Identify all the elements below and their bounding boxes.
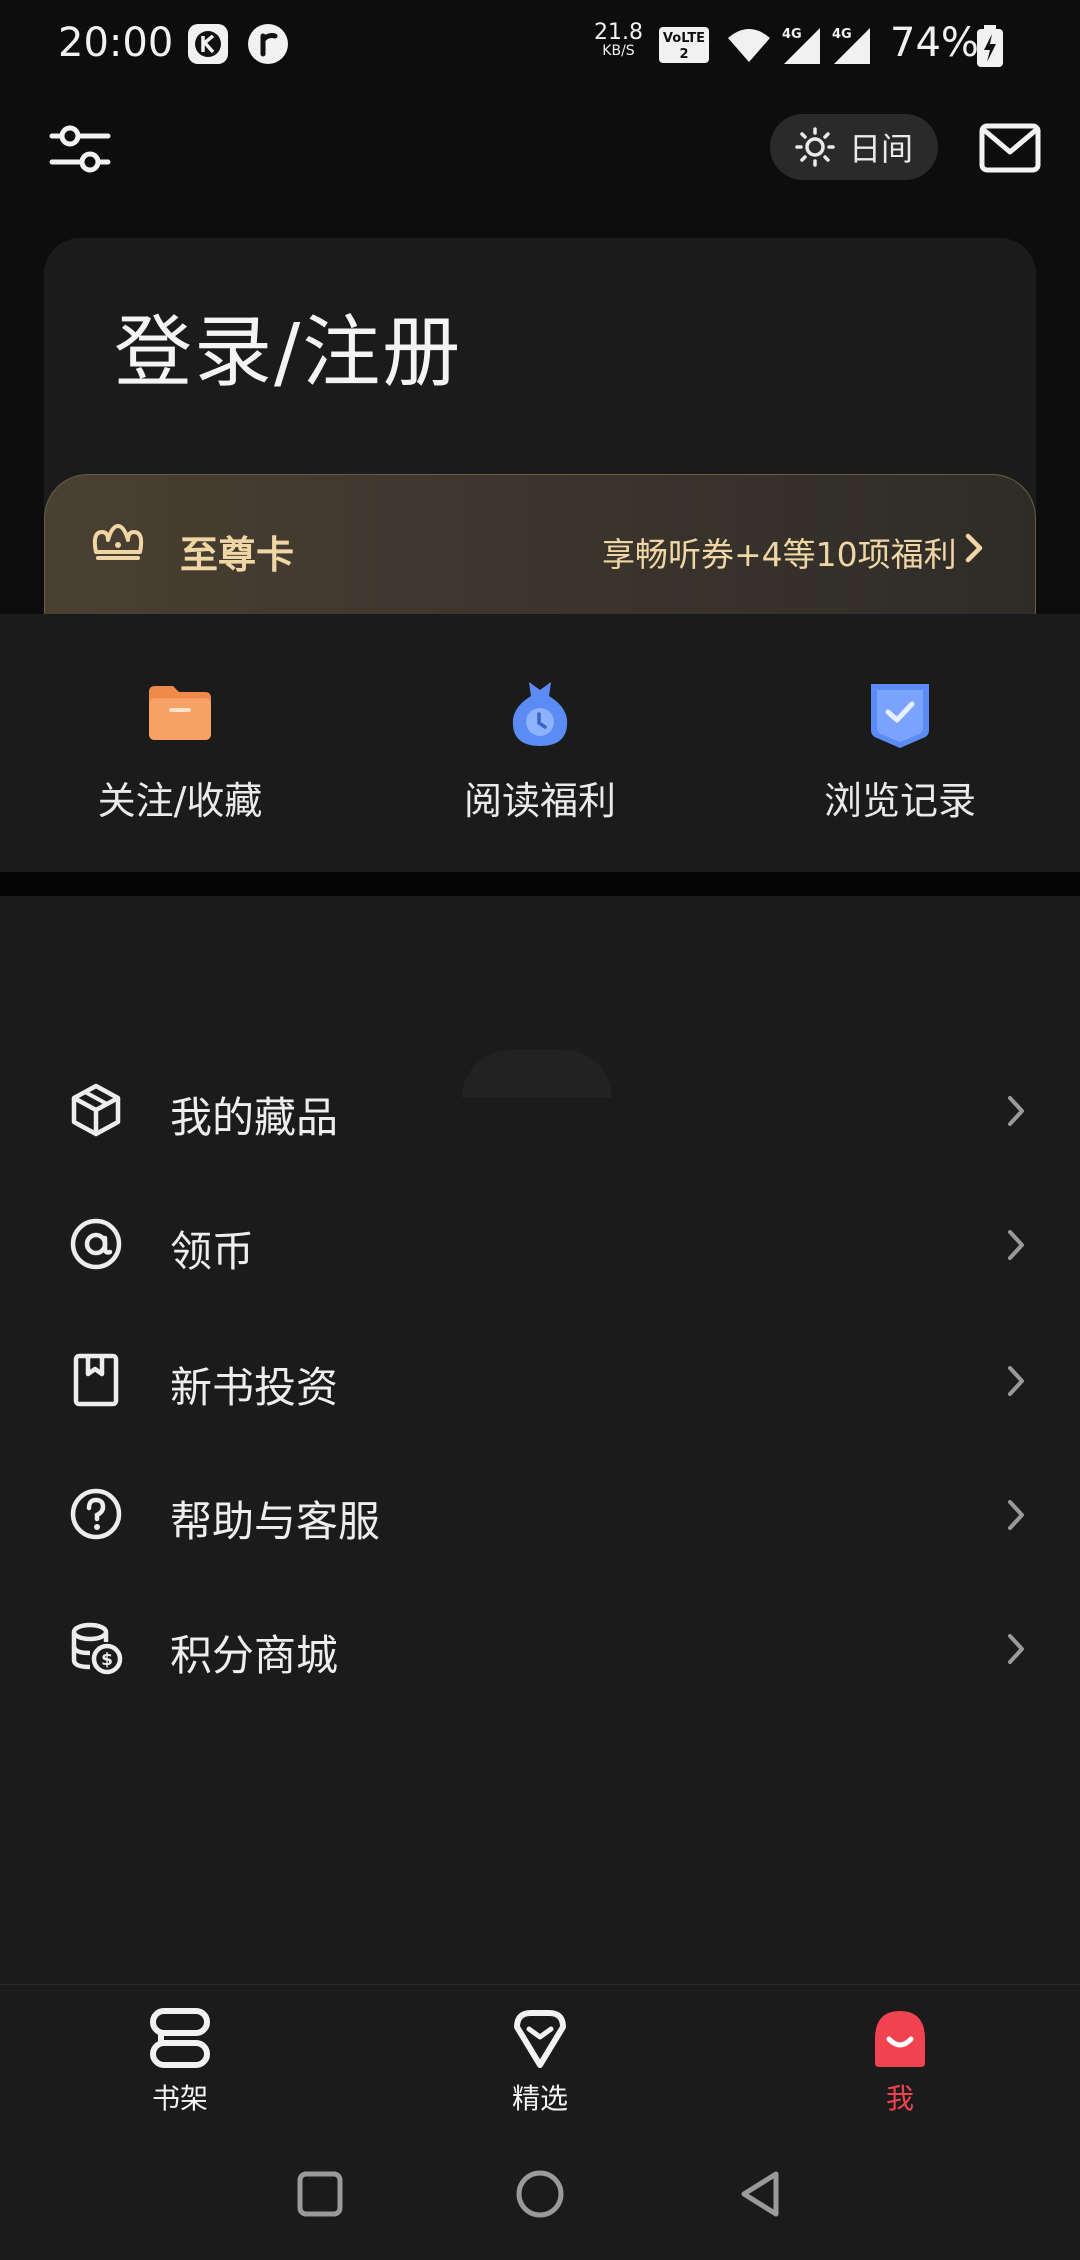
- decorative-tab-bump: [462, 1050, 612, 1098]
- status-bar: 20:00 21.8 KB/S VoLTE 2 4G 4G 74%: [0, 0, 1080, 92]
- nav-tab-me[interactable]: 我: [800, 2005, 1000, 2117]
- quick-action-reading-benefits[interactable]: 阅读福利: [390, 674, 690, 825]
- signal-4g-1-icon: 4G: [782, 27, 820, 64]
- svg-text:$: $: [101, 1650, 113, 1670]
- status-time: 20:00: [58, 20, 174, 66]
- network-speed: 21.8 KB/S: [594, 20, 643, 60]
- nav-tab-featured[interactable]: 精选: [440, 2005, 640, 2117]
- bookshelf-icon: [150, 2008, 210, 2068]
- cube-icon: [71, 1083, 121, 1137]
- chevron-right-icon: [1008, 1096, 1024, 1126]
- vip-card-name: 至尊卡: [180, 533, 295, 577]
- svg-text:4G: 4G: [782, 27, 802, 42]
- system-navigation-bar: [0, 2126, 1080, 2260]
- quick-action-history[interactable]: 浏览记录: [750, 674, 1050, 825]
- battery-charging-icon: [977, 25, 1003, 67]
- profile-face-icon: [875, 2011, 925, 2067]
- at-coin-icon: [70, 1218, 122, 1270]
- menu-item-claim-coins[interactable]: 领币: [0, 1178, 1080, 1312]
- daymode-toggle-button[interactable]: 日间: [770, 114, 938, 180]
- chevron-right-icon: [965, 533, 983, 563]
- signal-4g-2-icon: 4G: [832, 27, 870, 64]
- folder-icon: [149, 686, 211, 740]
- app-k-icon: [188, 24, 228, 64]
- bookmark-book-icon: [73, 1353, 119, 1407]
- coins-stack-icon: $: [71, 1622, 123, 1675]
- menu-item-new-book-invest[interactable]: 新书投资: [0, 1314, 1080, 1448]
- home-icon[interactable]: [514, 2168, 566, 2220]
- section-divider: [0, 872, 1080, 896]
- svg-text:4G: 4G: [832, 27, 852, 42]
- vip-benefits-text: 享畅听券+4等10项福利: [602, 535, 957, 574]
- wifi-icon: [728, 29, 770, 62]
- crown-icon: [92, 524, 144, 560]
- chevron-right-icon: [1008, 1230, 1024, 1260]
- chevron-right-icon: [1008, 1500, 1024, 1530]
- chevron-right-icon: [1008, 1366, 1024, 1396]
- app-r-icon: [248, 24, 288, 64]
- gem-icon: [514, 2010, 566, 2068]
- recent-apps-icon[interactable]: [296, 2170, 344, 2218]
- bottom-navigation: 书架 精选 我: [0, 1984, 1080, 2126]
- menu-item-points-mall[interactable]: $ 积分商城: [0, 1582, 1080, 1716]
- filter-sliders-icon[interactable]: [48, 120, 112, 178]
- svg-text:VoLTE: VoLTE: [663, 31, 705, 46]
- daymode-label: 日间: [848, 130, 913, 168]
- shield-check-icon: [871, 684, 929, 748]
- nav-tab-bookshelf[interactable]: 书架: [80, 2005, 280, 2117]
- back-icon[interactable]: [736, 2168, 784, 2220]
- money-bag-icon: [512, 682, 568, 746]
- login-register-link[interactable]: 登录/注册: [114, 290, 462, 402]
- volte-icon: VoLTE 2: [659, 27, 709, 63]
- sun-icon: [795, 127, 835, 167]
- menu-item-help-support[interactable]: 帮助与客服: [0, 1448, 1080, 1582]
- quick-action-favorites[interactable]: 关注/收藏: [30, 674, 330, 825]
- quick-actions-row: 关注/收藏 阅读福利 浏览记录: [0, 614, 1080, 872]
- chevron-right-icon: [1008, 1634, 1024, 1664]
- help-circle-icon: [70, 1488, 122, 1540]
- svg-text:2: 2: [679, 47, 688, 62]
- battery-percent: 74%: [890, 20, 979, 66]
- mail-icon[interactable]: [978, 122, 1042, 174]
